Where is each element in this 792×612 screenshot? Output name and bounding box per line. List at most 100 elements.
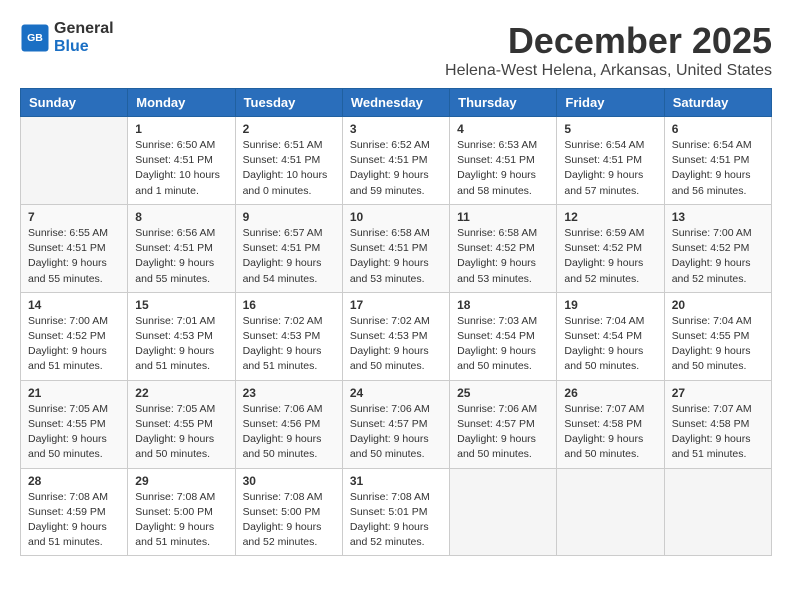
day-number: 29	[135, 474, 227, 488]
day-info: Sunrise: 7:03 AM Sunset: 4:54 PM Dayligh…	[457, 314, 549, 375]
calendar-cell: 22Sunrise: 7:05 AM Sunset: 4:55 PM Dayli…	[128, 380, 235, 468]
calendar-week-row: 21 Sunrise: 7:05 AM Sunset: 4:55 PM Dayli…	[21, 380, 772, 468]
calendar-cell: 25 Sunrise: 7:06 AM Sunset: 4:57 PM Dayli…	[450, 380, 557, 468]
calendar-cell: 14 Sunrise: 7:00 AM Sunset: 4:52 PM Dayli…	[21, 292, 128, 380]
day-number: 20	[672, 298, 764, 312]
day-info: Sunrise: 7:06 AM Sunset: 4:56 PM Dayligh…	[243, 402, 335, 463]
day-number: 8	[135, 210, 227, 224]
day-number: 30	[243, 474, 335, 488]
calendar-cell: 5 Sunrise: 6:54 AM Sunset: 4:51 PM Daylig…	[557, 117, 664, 205]
day-number: 23	[243, 386, 335, 400]
calendar-cell: 7Sunrise: 6:55 AM Sunset: 4:51 PM Daylig…	[21, 204, 128, 292]
calendar-cell: 13Sunrise: 7:00 AM Sunset: 4:52 PM Dayli…	[664, 204, 771, 292]
day-info: Sunrise: 7:08 AM Sunset: 5:01 PM Dayligh…	[350, 490, 442, 551]
calendar-cell: 3Sunrise: 6:52 AM Sunset: 4:51 PM Daylig…	[342, 117, 449, 205]
page-header: GB General Blue December 2025 Helena-Wes…	[20, 20, 772, 80]
day-info: Sunrise: 6:50 AM Sunset: 4:51 PM Dayligh…	[135, 138, 227, 199]
calendar-week-row: 7Sunrise: 6:55 AM Sunset: 4:51 PM Daylig…	[21, 204, 772, 292]
day-info: Sunrise: 7:04 AM Sunset: 4:54 PM Dayligh…	[564, 314, 656, 375]
day-info: Sunrise: 6:54 AM Sunset: 4:51 PM Dayligh…	[672, 138, 764, 199]
weekday-header: Wednesday	[342, 89, 449, 117]
day-info: Sunrise: 7:06 AM Sunset: 4:57 PM Dayligh…	[457, 402, 549, 463]
calendar-cell: 31Sunrise: 7:08 AM Sunset: 5:01 PM Dayli…	[342, 468, 449, 556]
weekday-header: Monday	[128, 89, 235, 117]
calendar-cell	[664, 468, 771, 556]
calendar-table: SundayMondayTuesdayWednesdayThursdayFrid…	[20, 88, 772, 556]
day-number: 1	[135, 122, 227, 136]
day-info: Sunrise: 7:07 AM Sunset: 4:58 PM Dayligh…	[672, 402, 764, 463]
calendar-cell: 8 Sunrise: 6:56 AM Sunset: 4:51 PM Daylig…	[128, 204, 235, 292]
calendar-week-row: 28Sunrise: 7:08 AM Sunset: 4:59 PM Dayli…	[21, 468, 772, 556]
day-info: Sunrise: 7:05 AM Sunset: 4:55 PM Dayligh…	[28, 402, 120, 463]
month-title: December 2025	[445, 20, 772, 62]
calendar-cell: 17 Sunrise: 7:02 AM Sunset: 4:53 PM Dayli…	[342, 292, 449, 380]
title-block: December 2025 Helena-West Helena, Arkans…	[445, 20, 772, 80]
day-number: 2	[243, 122, 335, 136]
day-info: Sunrise: 7:00 AM Sunset: 4:52 PM Dayligh…	[672, 226, 764, 287]
day-number: 25	[457, 386, 549, 400]
calendar-cell: 9 Sunrise: 6:57 AM Sunset: 4:51 PM Daylig…	[235, 204, 342, 292]
day-number: 16	[243, 298, 335, 312]
calendar-cell: 4 Sunrise: 6:53 AM Sunset: 4:51 PM Daylig…	[450, 117, 557, 205]
day-info: Sunrise: 6:58 AM Sunset: 4:52 PM Dayligh…	[457, 226, 549, 287]
calendar-week-row: 14 Sunrise: 7:00 AM Sunset: 4:52 PM Dayli…	[21, 292, 772, 380]
calendar-cell: 19Sunrise: 7:04 AM Sunset: 4:54 PM Dayli…	[557, 292, 664, 380]
day-number: 17	[350, 298, 442, 312]
day-number: 10	[350, 210, 442, 224]
day-info: Sunrise: 7:02 AM Sunset: 4:53 PM Dayligh…	[350, 314, 442, 375]
weekday-header: Thursday	[450, 89, 557, 117]
day-number: 15	[135, 298, 227, 312]
calendar-cell: 18Sunrise: 7:03 AM Sunset: 4:54 PM Dayli…	[450, 292, 557, 380]
logo-line2: Blue	[54, 38, 114, 56]
day-info: Sunrise: 7:01 AM Sunset: 4:53 PM Dayligh…	[135, 314, 227, 375]
calendar-week-row: 1 Sunrise: 6:50 AM Sunset: 4:51 PM Daylig…	[21, 117, 772, 205]
weekday-header: Tuesday	[235, 89, 342, 117]
calendar-cell: 30Sunrise: 7:08 AM Sunset: 5:00 PM Dayli…	[235, 468, 342, 556]
day-number: 24	[350, 386, 442, 400]
day-info: Sunrise: 6:59 AM Sunset: 4:52 PM Dayligh…	[564, 226, 656, 287]
calendar-cell: 23 Sunrise: 7:06 AM Sunset: 4:56 PM Dayli…	[235, 380, 342, 468]
day-info: Sunrise: 7:02 AM Sunset: 4:53 PM Dayligh…	[243, 314, 335, 375]
day-info: Sunrise: 7:06 AM Sunset: 4:57 PM Dayligh…	[350, 402, 442, 463]
calendar-cell: 29 Sunrise: 7:08 AM Sunset: 5:00 PM Dayli…	[128, 468, 235, 556]
calendar-cell: 6 Sunrise: 6:54 AM Sunset: 4:51 PM Daylig…	[664, 117, 771, 205]
calendar-cell	[557, 468, 664, 556]
calendar-cell	[21, 117, 128, 205]
day-number: 7	[28, 210, 120, 224]
day-number: 14	[28, 298, 120, 312]
location-title: Helena-West Helena, Arkansas, United Sta…	[445, 62, 772, 80]
weekday-header: Friday	[557, 89, 664, 117]
day-number: 9	[243, 210, 335, 224]
calendar-cell: 12 Sunrise: 6:59 AM Sunset: 4:52 PM Dayli…	[557, 204, 664, 292]
day-number: 11	[457, 210, 549, 224]
day-info: Sunrise: 6:57 AM Sunset: 4:51 PM Dayligh…	[243, 226, 335, 287]
logo-line1: General	[54, 20, 114, 38]
day-info: Sunrise: 6:51 AM Sunset: 4:51 PM Dayligh…	[243, 138, 335, 199]
calendar-cell: 16 Sunrise: 7:02 AM Sunset: 4:53 PM Dayli…	[235, 292, 342, 380]
day-number: 3	[350, 122, 442, 136]
day-info: Sunrise: 6:58 AM Sunset: 4:51 PM Dayligh…	[350, 226, 442, 287]
logo: GB General Blue	[20, 20, 114, 56]
calendar-cell: 10 Sunrise: 6:58 AM Sunset: 4:51 PM Dayli…	[342, 204, 449, 292]
day-number: 12	[564, 210, 656, 224]
day-info: Sunrise: 7:00 AM Sunset: 4:52 PM Dayligh…	[28, 314, 120, 375]
day-number: 6	[672, 122, 764, 136]
day-number: 4	[457, 122, 549, 136]
calendar-cell: 20Sunrise: 7:04 AM Sunset: 4:55 PM Dayli…	[664, 292, 771, 380]
weekday-header: Sunday	[21, 89, 128, 117]
day-number: 5	[564, 122, 656, 136]
weekday-header-row: SundayMondayTuesdayWednesdayThursdayFrid…	[21, 89, 772, 117]
calendar-cell	[450, 468, 557, 556]
calendar-cell: 2 Sunrise: 6:51 AM Sunset: 4:51 PM Daylig…	[235, 117, 342, 205]
day-number: 28	[28, 474, 120, 488]
day-info: Sunrise: 7:07 AM Sunset: 4:58 PM Dayligh…	[564, 402, 656, 463]
day-info: Sunrise: 6:56 AM Sunset: 4:51 PM Dayligh…	[135, 226, 227, 287]
day-info: Sunrise: 6:53 AM Sunset: 4:51 PM Dayligh…	[457, 138, 549, 199]
calendar-cell: 27Sunrise: 7:07 AM Sunset: 4:58 PM Dayli…	[664, 380, 771, 468]
day-number: 26	[564, 386, 656, 400]
day-number: 21	[28, 386, 120, 400]
calendar-cell: 1 Sunrise: 6:50 AM Sunset: 4:51 PM Daylig…	[128, 117, 235, 205]
calendar-cell: 21 Sunrise: 7:05 AM Sunset: 4:55 PM Dayli…	[21, 380, 128, 468]
day-info: Sunrise: 6:54 AM Sunset: 4:51 PM Dayligh…	[564, 138, 656, 199]
day-info: Sunrise: 7:08 AM Sunset: 5:00 PM Dayligh…	[135, 490, 227, 551]
